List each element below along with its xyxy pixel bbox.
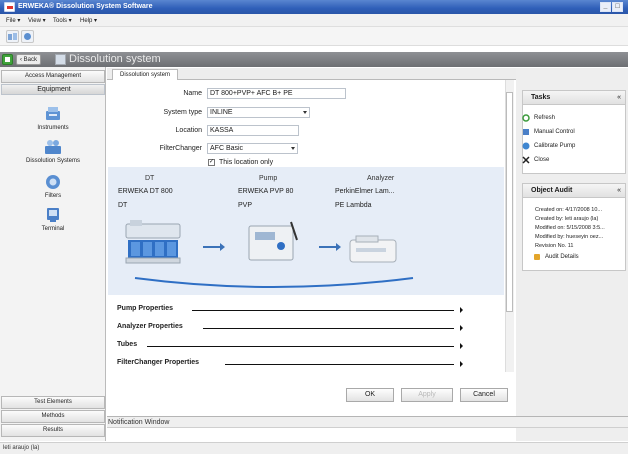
name-label: Name xyxy=(183,90,202,97)
flow-arrow-2 xyxy=(319,243,341,251)
chevron-down-icon xyxy=(291,147,295,150)
instruments-icon xyxy=(46,107,60,120)
menu-tools[interactable]: Tools ▾ xyxy=(53,17,72,24)
tasks-header: Tasks « xyxy=(523,91,625,105)
location-label: Location xyxy=(175,127,202,134)
filterchanger-select[interactable]: AFC Basic xyxy=(207,143,298,154)
toolbar xyxy=(0,27,628,46)
back-button[interactable]: ‹ Back xyxy=(16,54,42,65)
toolbar-settings-icon[interactable] xyxy=(21,30,34,43)
pump-icon[interactable] xyxy=(245,218,301,264)
return-flow-line xyxy=(134,277,414,288)
menu-file[interactable]: File ▾ xyxy=(6,17,20,24)
audit-created-on: Created on: 4/17/2008 10... xyxy=(535,207,602,213)
page-icon xyxy=(55,54,66,65)
ok-button[interactable]: OK xyxy=(346,388,394,402)
pump-heading: Pump xyxy=(259,175,278,182)
section-tubes[interactable]: Tubes xyxy=(117,341,463,351)
sidebar-item-dissolution-systems[interactable]: Dissolution Systems xyxy=(1,138,105,164)
home-icon[interactable] xyxy=(2,54,13,65)
menu-view[interactable]: View ▾ xyxy=(28,17,46,24)
sidebar-item-instruments[interactable]: Instruments xyxy=(1,105,105,131)
analyzer-icon[interactable] xyxy=(348,232,398,266)
dt-short: DT xyxy=(118,202,128,209)
sidebar-methods[interactable]: Methods xyxy=(1,410,105,423)
sidebar-item-terminal[interactable]: Terminal xyxy=(1,206,105,232)
audit-revision: Revision No. 11 xyxy=(535,243,574,249)
chevron-down-icon xyxy=(303,111,307,114)
location-input[interactable]: KASSA xyxy=(207,125,299,136)
flow-arrow-1 xyxy=(203,243,225,251)
refresh-icon xyxy=(522,114,530,122)
object-audit-header: Object Audit « xyxy=(523,184,625,198)
filters-icon xyxy=(46,175,60,189)
analyzer-model: PerkinElmer Lam... xyxy=(335,188,395,195)
section-filterchanger-properties[interactable]: FilterChanger Properties xyxy=(117,359,463,369)
this-location-only-label: This location only xyxy=(219,159,274,166)
minimize-button[interactable]: _ xyxy=(600,2,611,12)
manual-control-icon xyxy=(523,129,529,135)
dt-model: ERWEKA DT 800 xyxy=(118,188,173,195)
system-type-label: System type xyxy=(163,109,202,116)
apply-button[interactable]: Apply xyxy=(401,388,453,402)
audit-details-link[interactable]: Audit Details xyxy=(534,254,579,260)
sidebar-test-elements[interactable]: Test Elements xyxy=(1,396,105,409)
audit-modified-by: Modified by: hueseyin oez... xyxy=(535,234,604,240)
task-manual-control[interactable]: Manual Control xyxy=(523,129,575,135)
window-title: ERWEKA® Dissolution System Software xyxy=(18,3,153,10)
audit-modified-on: Modified on: 5/15/2008 3:5... xyxy=(535,225,605,231)
pump-model: ERWEKA PVP 80 xyxy=(238,188,294,195)
task-calibrate-pump[interactable]: Calibrate Pump xyxy=(522,142,575,150)
system-type-select[interactable]: INLINE xyxy=(207,107,310,118)
menu-bar: File ▾ View ▾ Tools ▾ Help ▾ xyxy=(0,14,628,27)
sidebar-results[interactable]: Results xyxy=(1,424,105,437)
task-refresh[interactable]: Refresh xyxy=(522,114,555,122)
analyzer-heading: Analyzer xyxy=(367,175,395,182)
expand-arrow-icon xyxy=(460,361,463,367)
section-pump-properties[interactable]: Pump Properties xyxy=(117,305,463,315)
collapse-icon[interactable]: « xyxy=(617,91,621,104)
notification-window[interactable]: Notification Window xyxy=(107,416,628,428)
menu-help[interactable]: Help ▾ xyxy=(80,17,97,24)
pump-short: PVP xyxy=(238,202,253,209)
scrollbar-thumb[interactable] xyxy=(506,92,513,312)
toolbar-connect-icon[interactable] xyxy=(6,30,19,43)
task-close[interactable]: Close xyxy=(522,156,549,164)
audit-created-by: Created by: leti araujo (la) xyxy=(535,216,599,222)
terminal-icon xyxy=(47,208,59,222)
sidebar: Access Management Equipment Instruments … xyxy=(0,67,106,441)
analyzer-short: PE Lambda xyxy=(335,202,372,209)
sidebar-access-management[interactable]: Access Management xyxy=(1,70,105,83)
calibrate-pump-icon xyxy=(522,142,530,150)
dissolution-systems-icon xyxy=(45,140,61,154)
navigation-bar: ‹ Back Dissolution system xyxy=(0,52,628,67)
sidebar-equipment[interactable]: Equipment xyxy=(1,84,105,95)
close-icon xyxy=(522,156,530,164)
window-title-bar: ERWEKA® Dissolution System Software _ □ xyxy=(0,0,628,14)
status-bar: leti araujo (la) xyxy=(0,442,628,454)
section-analyzer-properties[interactable]: Analyzer Properties xyxy=(117,323,463,333)
cancel-button[interactable]: Cancel xyxy=(460,388,508,402)
expand-arrow-icon xyxy=(460,343,463,349)
page-title: Dissolution system xyxy=(69,53,161,65)
collapse-icon[interactable]: « xyxy=(617,184,621,197)
audit-details-icon xyxy=(534,254,540,260)
app-logo-icon xyxy=(4,2,15,12)
dt-heading: DT xyxy=(145,175,155,182)
expand-arrow-icon xyxy=(460,307,463,313)
sidebar-item-filters[interactable]: Filters xyxy=(1,173,105,199)
maximize-button[interactable]: □ xyxy=(612,2,623,12)
expand-arrow-icon xyxy=(460,325,463,331)
this-location-only-checkbox[interactable]: ✓ xyxy=(208,159,215,166)
dissolution-tester-icon[interactable] xyxy=(124,218,182,266)
filterchanger-label: FilterChanger xyxy=(159,145,202,152)
name-input[interactable]: DT 800+PVP+ AFC B+ PE xyxy=(207,88,346,99)
